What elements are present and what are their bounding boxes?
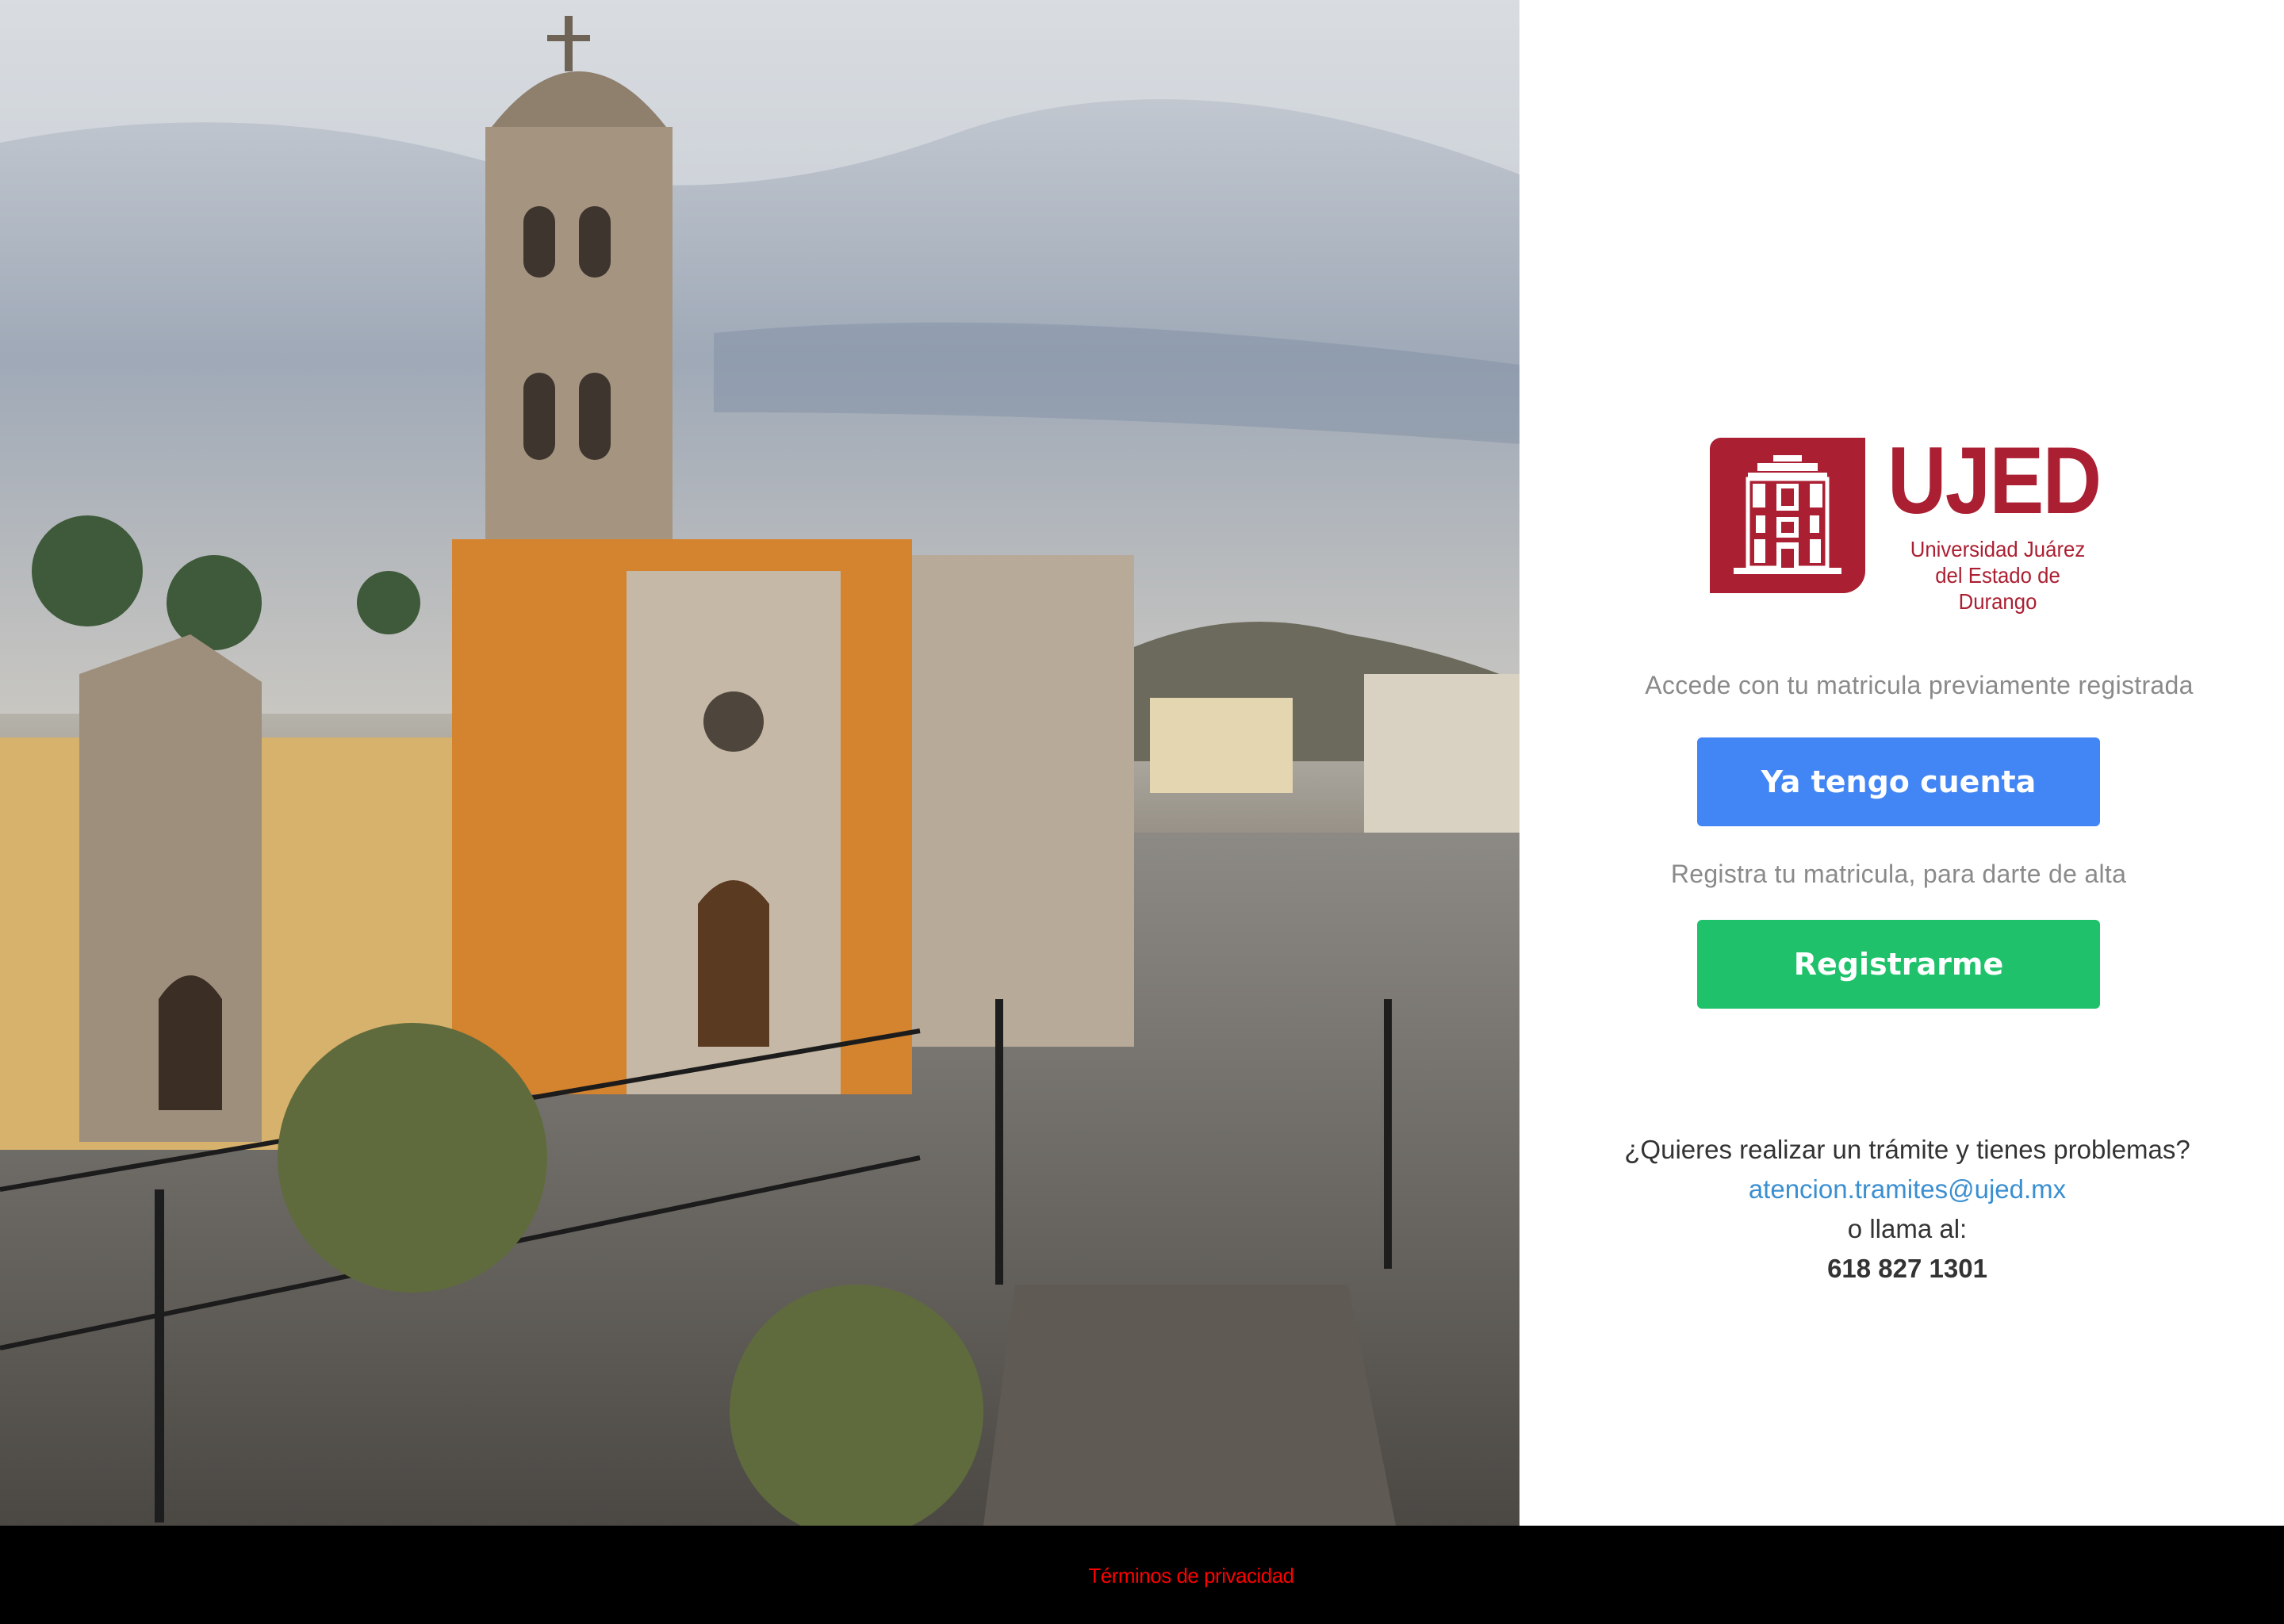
login-panel: UJED Universidad Juárez del Estado de Du… [1519, 0, 2284, 1526]
support-phone: 618 827 1301 [1827, 1254, 1987, 1283]
ujed-logo: UJED Universidad Juárez del Estado de Du… [1710, 433, 2106, 614]
help-section: ¿Quieres realizar un trámite y tienes pr… [1519, 1130, 2284, 1289]
hero-photo-illustration [0, 0, 1519, 1526]
privacy-terms-link[interactable]: Términos de privacidad [0, 1564, 2284, 1588]
login-page: UJED Universidad Juárez del Estado de Du… [0, 0, 2284, 1624]
footer: Términos de privacidad [0, 1526, 2284, 1624]
register-prompt: Registra tu matricula, para darte de alt… [1670, 860, 2127, 888]
support-email-link[interactable]: atencion.tramites@ujed.mx [1531, 1170, 2284, 1209]
login-prompt: Accede con tu matricula previamente regi… [1645, 671, 2194, 699]
logo-name-line1: Universidad Juárez [1910, 537, 2086, 561]
call-text: o llama al: [1847, 1214, 1968, 1243]
university-building-icon [1710, 438, 1865, 593]
login-button[interactable]: Ya tengo cuenta [1697, 737, 2100, 826]
hero-photo [0, 0, 1519, 1526]
logo-name-line2: del Estado de Durango [1935, 563, 2060, 614]
logo-acronym: UJED [1887, 427, 2102, 534]
help-question: ¿Quieres realizar un trámite y tienes pr… [1624, 1135, 2190, 1164]
register-button[interactable]: Registrarme [1697, 920, 2100, 1009]
logo-university-name: Universidad Juárez del Estado de Durango [1898, 536, 2098, 615]
